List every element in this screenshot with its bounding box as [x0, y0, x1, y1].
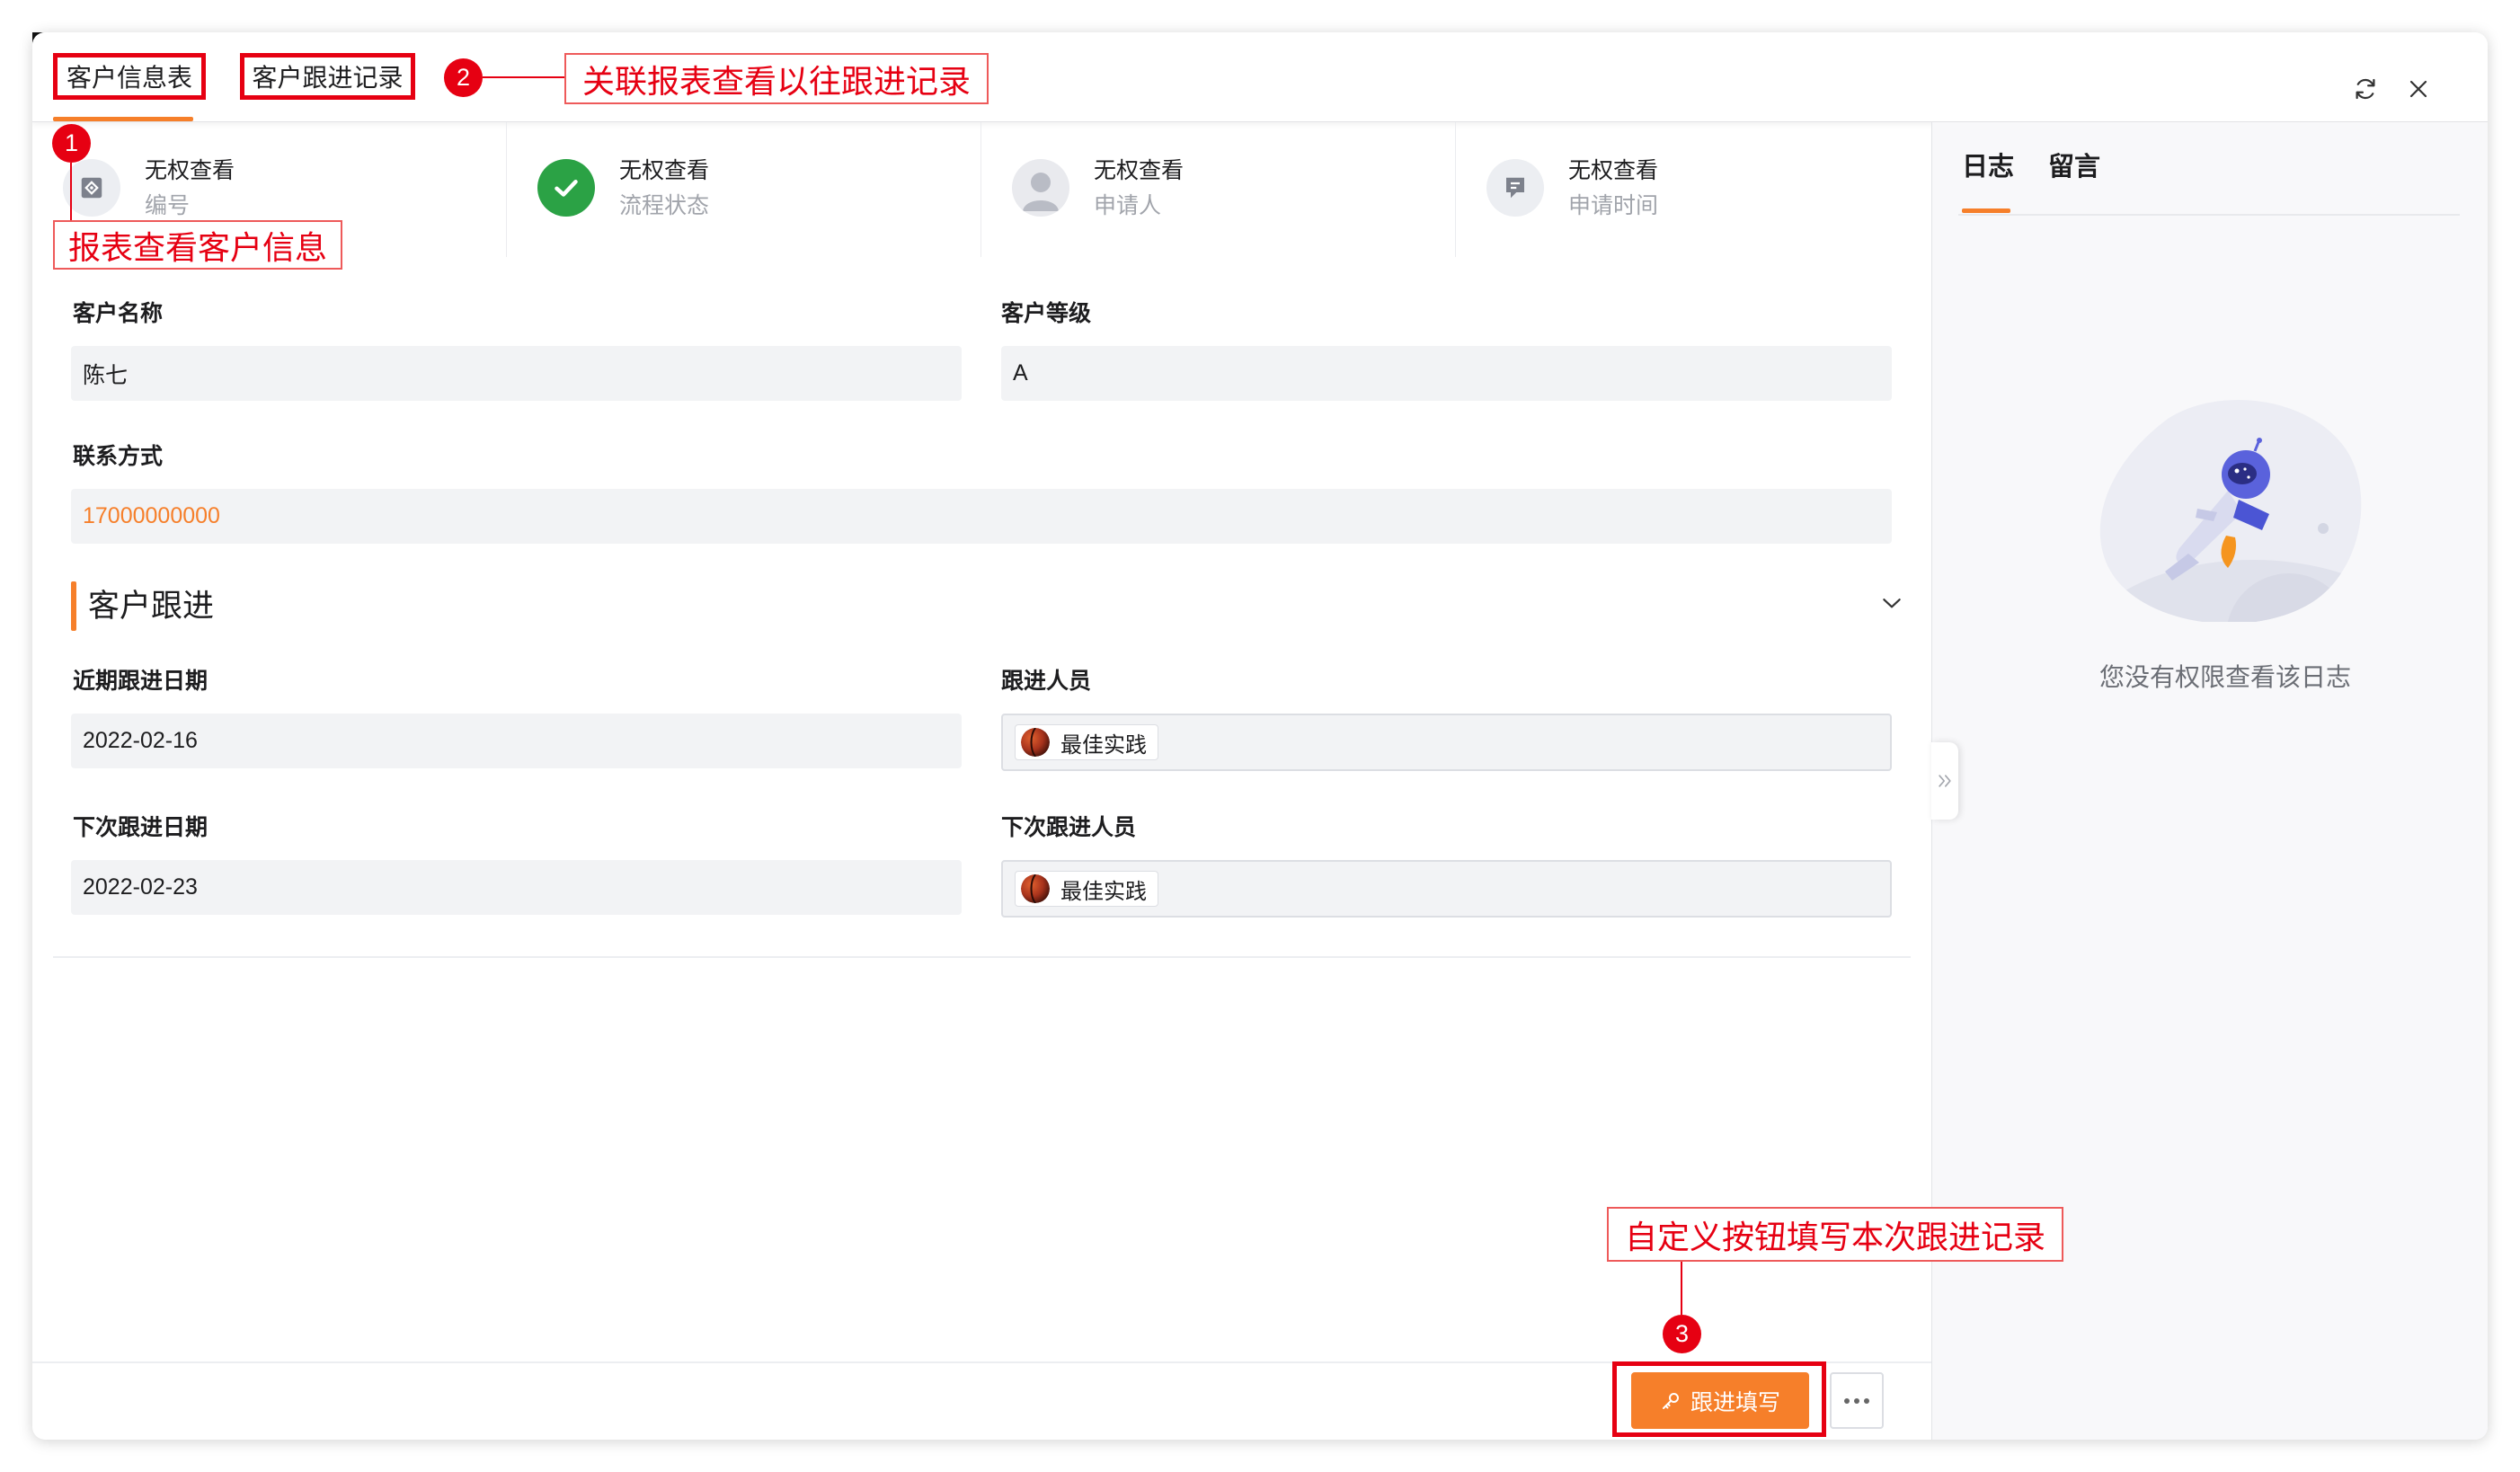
tab-customer-info[interactable]: 客户信息表: [53, 53, 206, 100]
no-permission-message: 您没有权限查看该日志: [2099, 663, 2351, 691]
next-follower-field: 最佳实践: [1001, 860, 1892, 918]
member-chip: 最佳实践: [1015, 871, 1158, 907]
annotation-note-1: 报表查看客户信息: [53, 220, 342, 270]
active-tab-indicator: [53, 117, 193, 121]
next-follower-label: 下次跟进人员: [1001, 815, 1137, 840]
process-cell-apply-time: 无权查看 申请时间: [1456, 122, 1931, 257]
side-panel-expand-handle[interactable]: [1931, 742, 1958, 820]
process-label: 申请时间: [1568, 193, 1659, 218]
refresh-button[interactable]: [2351, 75, 2380, 103]
follower-field: 最佳实践: [1001, 714, 1892, 771]
tab-log[interactable]: 日志: [1962, 149, 2014, 185]
customer-name-field: 陈七: [71, 346, 962, 401]
more-icon-dot: [1864, 1397, 1869, 1404]
process-value: 无权查看: [145, 158, 235, 183]
contact-label: 联系方式: [73, 444, 164, 469]
customer-level-field: A: [1001, 346, 1892, 401]
customer-name-label: 客户名称: [73, 301, 164, 326]
record-detail-window: 客户信息表 客户跟进记录 2 关联报表查看以往跟进记录 无权查看 编号 无权查看…: [32, 32, 2488, 1440]
section-accent-bar: [71, 581, 76, 631]
more-actions-button[interactable]: [1830, 1372, 1884, 1429]
double-chevron-right-icon: [1939, 775, 1951, 787]
section-collapse-toggle[interactable]: [1877, 589, 1906, 617]
process-value: 无权查看: [619, 158, 710, 183]
annotation-connector-2: [483, 76, 564, 78]
annotation-marker-3: 3: [1663, 1315, 1701, 1353]
check-circle-icon: [537, 159, 595, 217]
member-chip: 最佳实践: [1015, 724, 1158, 760]
process-label: 编号: [145, 193, 191, 218]
chevron-down-icon: [1883, 599, 1901, 608]
more-icon-dot: [1854, 1397, 1859, 1404]
follow-up-fill-button[interactable]: 跟进填写: [1631, 1372, 1809, 1429]
annotation-marker-2: 2: [444, 58, 483, 97]
user-avatar-icon: [1012, 159, 1069, 217]
section-title-follow-up: 客户跟进: [88, 589, 215, 624]
process-label: 申请人: [1094, 193, 1162, 218]
time-record-icon: [1486, 159, 1544, 217]
side-tabs-divider: [1958, 214, 2460, 216]
refresh-icon: [2356, 78, 2375, 100]
follower-label: 跟进人员: [1001, 669, 1092, 694]
process-cell-applicant: 无权查看 申请人: [981, 122, 1456, 257]
tab-follow-up-records[interactable]: 客户跟进记录: [240, 53, 415, 100]
form-divider: [53, 956, 1911, 958]
tab-comments[interactable]: 留言: [2048, 149, 2100, 185]
next-follow-date-field: 2022-02-23: [71, 860, 962, 915]
next-follow-date-label: 下次跟进日期: [73, 815, 209, 840]
annotation-connector-3: [1681, 1262, 1682, 1315]
recent-follow-date-field: 2022-02-16: [71, 714, 962, 768]
member-name: 最佳实践: [1060, 879, 1147, 904]
avatar: [1021, 728, 1050, 757]
process-value: 无权查看: [1568, 158, 1659, 183]
follow-up-fill-label: 跟进填写: [1690, 1389, 1780, 1415]
recent-follow-date-label: 近期跟进日期: [73, 669, 209, 694]
key-icon: [1662, 1392, 1679, 1409]
contact-phone-link[interactable]: 17000000000: [71, 489, 1892, 544]
annotation-note-3: 自定义按钮填写本次跟进记录: [1607, 1207, 2063, 1262]
customer-level-label: 客户等级: [1001, 301, 1092, 326]
side-active-tab-indicator: [1962, 208, 2010, 213]
annotation-note-2: 关联报表查看以往跟进记录: [564, 53, 989, 104]
more-icon: [1844, 1397, 1850, 1404]
close-button[interactable]: [2405, 75, 2432, 102]
astronaut-illustration: [2099, 400, 2362, 622]
close-icon: [2409, 80, 2427, 98]
annotation-connector-1: [70, 163, 72, 220]
process-value: 无权查看: [1094, 158, 1185, 183]
member-name: 最佳实践: [1060, 732, 1147, 758]
avatar: [1021, 874, 1050, 903]
process-label: 流程状态: [619, 193, 710, 218]
annotation-marker-1: 1: [52, 124, 91, 163]
footer-divider: [32, 1361, 1931, 1363]
process-cell-status: 无权查看 流程状态: [507, 122, 981, 257]
